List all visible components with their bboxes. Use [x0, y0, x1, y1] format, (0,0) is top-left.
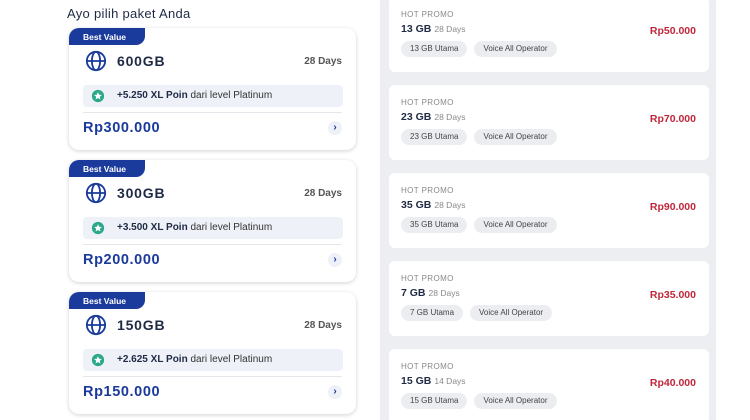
divider: [83, 112, 342, 113]
chevron-right-icon[interactable]: ›: [328, 121, 342, 135]
package-card-600gb[interactable]: Best Value 600GB 28 Days +5.250 XL Poin …: [69, 28, 356, 150]
globe-icon: [85, 182, 107, 204]
chip-voice: Voice All Operator: [474, 393, 557, 409]
chevron-right-icon[interactable]: ›: [328, 253, 342, 267]
promo-chips: 35 GB Utama Voice All Operator: [401, 217, 557, 233]
chip-main-quota: 35 GB Utama: [401, 217, 468, 233]
promo-card-13gb[interactable]: HOT PROMO 13 GB 28 Days Rp50.000 13 GB Ut…: [389, 0, 709, 72]
divider: [83, 376, 342, 377]
promo-duration: 28 Days: [428, 288, 460, 298]
promo-chips: 7 GB Utama Voice All Operator: [401, 305, 553, 321]
promo-price: Rp35.000: [649, 289, 696, 301]
promo-card-35gb[interactable]: HOT PROMO 35 GB 28 Days Rp90.000 35 GB Ut…: [389, 173, 709, 248]
globe-icon: [85, 314, 107, 336]
package-duration: 28 Days: [304, 56, 342, 67]
poin-level-text: dari level Platinum: [187, 354, 273, 365]
package-quota: 300GB: [117, 185, 166, 201]
chip-voice: Voice All Operator: [474, 129, 557, 145]
promo-quota: 23 GB 28 Days: [401, 111, 466, 123]
poin-reward-banner: +3.500 XL Poin dari level Platinum: [83, 217, 343, 239]
promo-quota: 15 GB 14 Days: [401, 375, 466, 387]
best-value-badge: Best Value: [69, 160, 145, 177]
chip-main-quota: 23 GB Utama: [401, 129, 468, 145]
globe-icon: [85, 50, 107, 72]
poin-reward-banner: +2.625 XL Poin dari level Platinum: [83, 349, 343, 371]
promo-chips: 13 GB Utama Voice All Operator: [401, 41, 557, 57]
promo-quota: 7 GB 28 Days: [401, 287, 460, 299]
poin-level-text: dari level Platinum: [187, 90, 273, 101]
star-badge-icon: [91, 353, 105, 367]
package-duration: 28 Days: [304, 188, 342, 199]
chip-main-quota: 15 GB Utama: [401, 393, 468, 409]
promo-price: Rp40.000: [649, 377, 696, 389]
poin-amount: +5.250 XL Poin: [117, 90, 188, 101]
package-price: Rp150.000: [83, 384, 161, 400]
promo-chips: 15 GB Utama Voice All Operator: [401, 393, 557, 409]
chip-voice: Voice All Operator: [474, 41, 557, 57]
package-price: Rp300.000: [83, 120, 161, 136]
promo-duration: 14 Days: [434, 376, 466, 386]
chevron-right-icon[interactable]: ›: [328, 385, 342, 399]
package-duration: 28 Days: [304, 320, 342, 331]
best-value-badge: Best Value: [69, 28, 145, 45]
chip-voice: Voice All Operator: [470, 305, 553, 321]
best-value-badge: Best Value: [69, 292, 145, 309]
package-card-300gb[interactable]: Best Value 300GB 28 Days +3.500 XL Poin …: [69, 160, 356, 282]
chip-main-quota: 7 GB Utama: [401, 305, 464, 321]
promo-price: Rp50.000: [649, 25, 696, 37]
promo-duration: 28 Days: [434, 112, 466, 122]
chip-voice: Voice All Operator: [474, 217, 557, 233]
section-title: Ayo pilih paket Anda: [67, 6, 191, 21]
chip-main-quota: 13 GB Utama: [401, 41, 468, 57]
poin-amount: +2.625 XL Poin: [117, 354, 188, 365]
hot-promo-label: HOT PROMO: [401, 98, 454, 107]
promo-chips: 23 GB Utama Voice All Operator: [401, 129, 557, 145]
promo-duration: 28 Days: [434, 200, 466, 210]
package-quota: 150GB: [117, 317, 166, 333]
promo-card-23gb[interactable]: HOT PROMO 23 GB 28 Days Rp70.000 23 GB Ut…: [389, 85, 709, 160]
poin-reward-banner: +5.250 XL Poin dari level Platinum: [83, 85, 343, 107]
hot-promo-label: HOT PROMO: [401, 274, 454, 283]
promo-price: Rp70.000: [649, 113, 696, 125]
hot-promo-label: HOT PROMO: [401, 10, 454, 19]
divider: [83, 244, 342, 245]
package-quota: 600GB: [117, 53, 166, 69]
promo-list-panel: HOT PROMO 13 GB 28 Days Rp50.000 13 GB Ut…: [380, 0, 716, 420]
promo-price: Rp90.000: [649, 201, 696, 213]
hot-promo-label: HOT PROMO: [401, 186, 454, 195]
package-card-150gb[interactable]: Best Value 150GB 28 Days +2.625 XL Poin …: [69, 292, 356, 414]
hot-promo-label: HOT PROMO: [401, 362, 454, 371]
promo-quota: 13 GB 28 Days: [401, 23, 466, 35]
promo-duration: 28 Days: [434, 24, 466, 34]
package-list-panel: Ayo pilih paket Anda Best Value 600GB 28…: [0, 0, 370, 420]
star-badge-icon: [91, 89, 105, 103]
package-price: Rp200.000: [83, 252, 161, 268]
star-badge-icon: [91, 221, 105, 235]
promo-card-7gb[interactable]: HOT PROMO 7 GB 28 Days Rp35.000 7 GB Utam…: [389, 261, 709, 336]
poin-level-text: dari level Platinum: [187, 222, 273, 233]
promo-card-15gb[interactable]: HOT PROMO 15 GB 14 Days Rp40.000 15 GB Ut…: [389, 349, 709, 420]
poin-amount: +3.500 XL Poin: [117, 222, 188, 233]
promo-quota: 35 GB 28 Days: [401, 199, 466, 211]
